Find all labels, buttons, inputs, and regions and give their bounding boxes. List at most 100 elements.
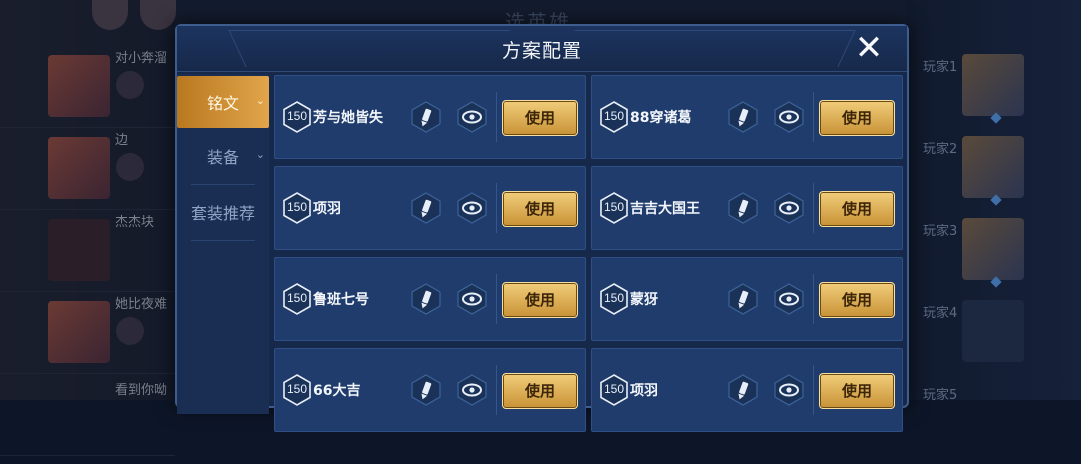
use-button[interactable]: 使用 — [502, 373, 578, 409]
player-name: 她比夜难 — [115, 297, 168, 312]
summoner-spell-icon — [116, 153, 144, 181]
level-number: 150 — [603, 291, 625, 305]
level-badge-icon: 150 — [600, 374, 628, 406]
level-number: 150 — [603, 200, 625, 214]
preset-name: 蒙犽 — [630, 292, 658, 308]
player-name: 玩家1 — [923, 60, 958, 75]
preset-card: 150 项羽 使用 — [274, 166, 586, 250]
level-badge-icon: 150 — [283, 192, 311, 224]
divider — [496, 92, 497, 142]
level-badge-icon: 150 — [600, 283, 628, 315]
view-eye-icon[interactable] — [455, 282, 489, 316]
player-name: 对小奔溜 — [115, 51, 168, 66]
tab-inscription[interactable]: 铭文 ⌄ — [177, 76, 269, 128]
preset-card: 150 蒙犽 使用 — [591, 257, 903, 341]
level-badge-icon: 150 — [600, 192, 628, 224]
level-number: 150 — [603, 382, 625, 396]
edit-pencil-icon[interactable] — [409, 282, 443, 316]
view-eye-icon[interactable] — [455, 373, 489, 407]
use-button[interactable]: 使用 — [502, 100, 578, 136]
divider — [496, 183, 497, 233]
preset-name: 66大吉 — [313, 383, 361, 399]
hero-portrait — [48, 301, 110, 363]
edit-pencil-icon[interactable] — [409, 191, 443, 225]
preset-config-dialog: 方案配置 ✕ 铭文 ⌄ 装备 ⌄ 套装推荐 150 芳与她皆失 使用 150 88穿诸葛… — [175, 24, 909, 432]
use-button[interactable]: 使用 — [819, 373, 895, 409]
hero-portrait — [962, 136, 1024, 198]
level-number: 150 — [286, 200, 308, 214]
right-player-row: 玩家3 — [906, 218, 1081, 300]
edit-pencil-icon[interactable] — [409, 100, 443, 134]
use-button[interactable]: 使用 — [502, 282, 578, 318]
left-player-row: 杰杰块 — [0, 209, 175, 292]
player-name: 玩家3 — [923, 224, 958, 239]
edit-pencil-icon[interactable] — [726, 100, 760, 134]
divider — [813, 183, 814, 233]
right-player-row: 玩家2 — [906, 136, 1081, 218]
edit-pencil-icon[interactable] — [409, 373, 443, 407]
divider — [813, 365, 814, 415]
hero-portrait — [48, 219, 110, 281]
level-badge-icon: 150 — [283, 101, 311, 133]
edit-pencil-icon[interactable] — [726, 191, 760, 225]
hero-portrait — [48, 55, 110, 117]
preset-card: 150 项羽 使用 — [591, 348, 903, 432]
view-eye-icon[interactable] — [455, 100, 489, 134]
level-badge-icon: 150 — [600, 101, 628, 133]
tab-label: 铭文 — [206, 94, 239, 113]
right-player-row: 玩家5 — [906, 382, 1081, 464]
use-button[interactable]: 使用 — [819, 100, 895, 136]
category-tab-list: 铭文 ⌄ 装备 ⌄ 套装推荐 — [177, 74, 269, 414]
use-button[interactable]: 使用 — [819, 282, 895, 318]
right-team-panel: 玩家1 玩家2 玩家3 玩家4 玩家5 — [906, 0, 1081, 403]
edit-pencil-icon[interactable] — [726, 373, 760, 407]
view-eye-icon[interactable] — [772, 282, 806, 316]
tab-recommended-sets[interactable]: 套装推荐 — [177, 186, 269, 238]
hero-portrait — [962, 54, 1024, 116]
left-player-row: 对小奔溜 — [0, 45, 175, 128]
player-name: 看到你呦 — [115, 383, 168, 398]
tab-equipment[interactable]: 装备 ⌄ — [177, 130, 269, 182]
right-player-row: 玩家4 — [906, 300, 1081, 382]
chevron-down-icon: ⌄ — [255, 148, 265, 161]
player-name: 玩家4 — [923, 306, 958, 321]
close-icon[interactable]: ✕ — [851, 30, 887, 66]
level-badge-icon: 150 — [283, 283, 311, 315]
preset-name: 吉吉大国王 — [630, 201, 700, 217]
view-eye-icon[interactable] — [455, 191, 489, 225]
level-number: 150 — [286, 109, 308, 123]
player-name: 杰杰块 — [115, 215, 155, 230]
summoner-spell-icon — [116, 317, 144, 345]
view-eye-icon[interactable] — [772, 373, 806, 407]
edit-pencil-icon[interactable] — [726, 282, 760, 316]
dialog-header: 方案配置 ✕ — [177, 26, 907, 72]
chevron-down-icon: ⌄ — [255, 94, 265, 107]
preset-name: 项羽 — [630, 383, 658, 399]
use-button[interactable]: 使用 — [819, 191, 895, 227]
level-number: 150 — [286, 291, 308, 305]
use-button[interactable]: 使用 — [502, 191, 578, 227]
left-team-panel: 对小奔溜 边 杰杰块 她比夜难 看到你呦 — [0, 0, 175, 456]
preset-card: 150 鲁班七号 使用 — [274, 257, 586, 341]
level-number: 150 — [286, 382, 308, 396]
tab-label: 装备 — [206, 148, 239, 167]
divider — [813, 274, 814, 324]
hero-portrait — [48, 137, 110, 199]
preset-card: 150 66大吉 使用 — [274, 348, 586, 432]
preset-card: 150 88穿诸葛 使用 — [591, 75, 903, 159]
divider — [191, 184, 255, 185]
level-badge-icon: 150 — [283, 374, 311, 406]
view-eye-icon[interactable] — [772, 100, 806, 134]
preset-name: 芳与她皆失 — [313, 110, 383, 126]
view-eye-icon[interactable] — [772, 191, 806, 225]
preset-card: 150 吉吉大国王 使用 — [591, 166, 903, 250]
divider — [813, 92, 814, 142]
player-name: 边 — [115, 133, 129, 148]
right-player-row: 玩家1 — [906, 54, 1081, 136]
hero-portrait — [962, 218, 1024, 280]
summoner-spell-icon — [116, 71, 144, 99]
level-number: 150 — [603, 109, 625, 123]
hero-portrait — [962, 300, 1024, 362]
preset-name: 项羽 — [313, 201, 341, 217]
preset-name: 88穿诸葛 — [630, 110, 692, 126]
